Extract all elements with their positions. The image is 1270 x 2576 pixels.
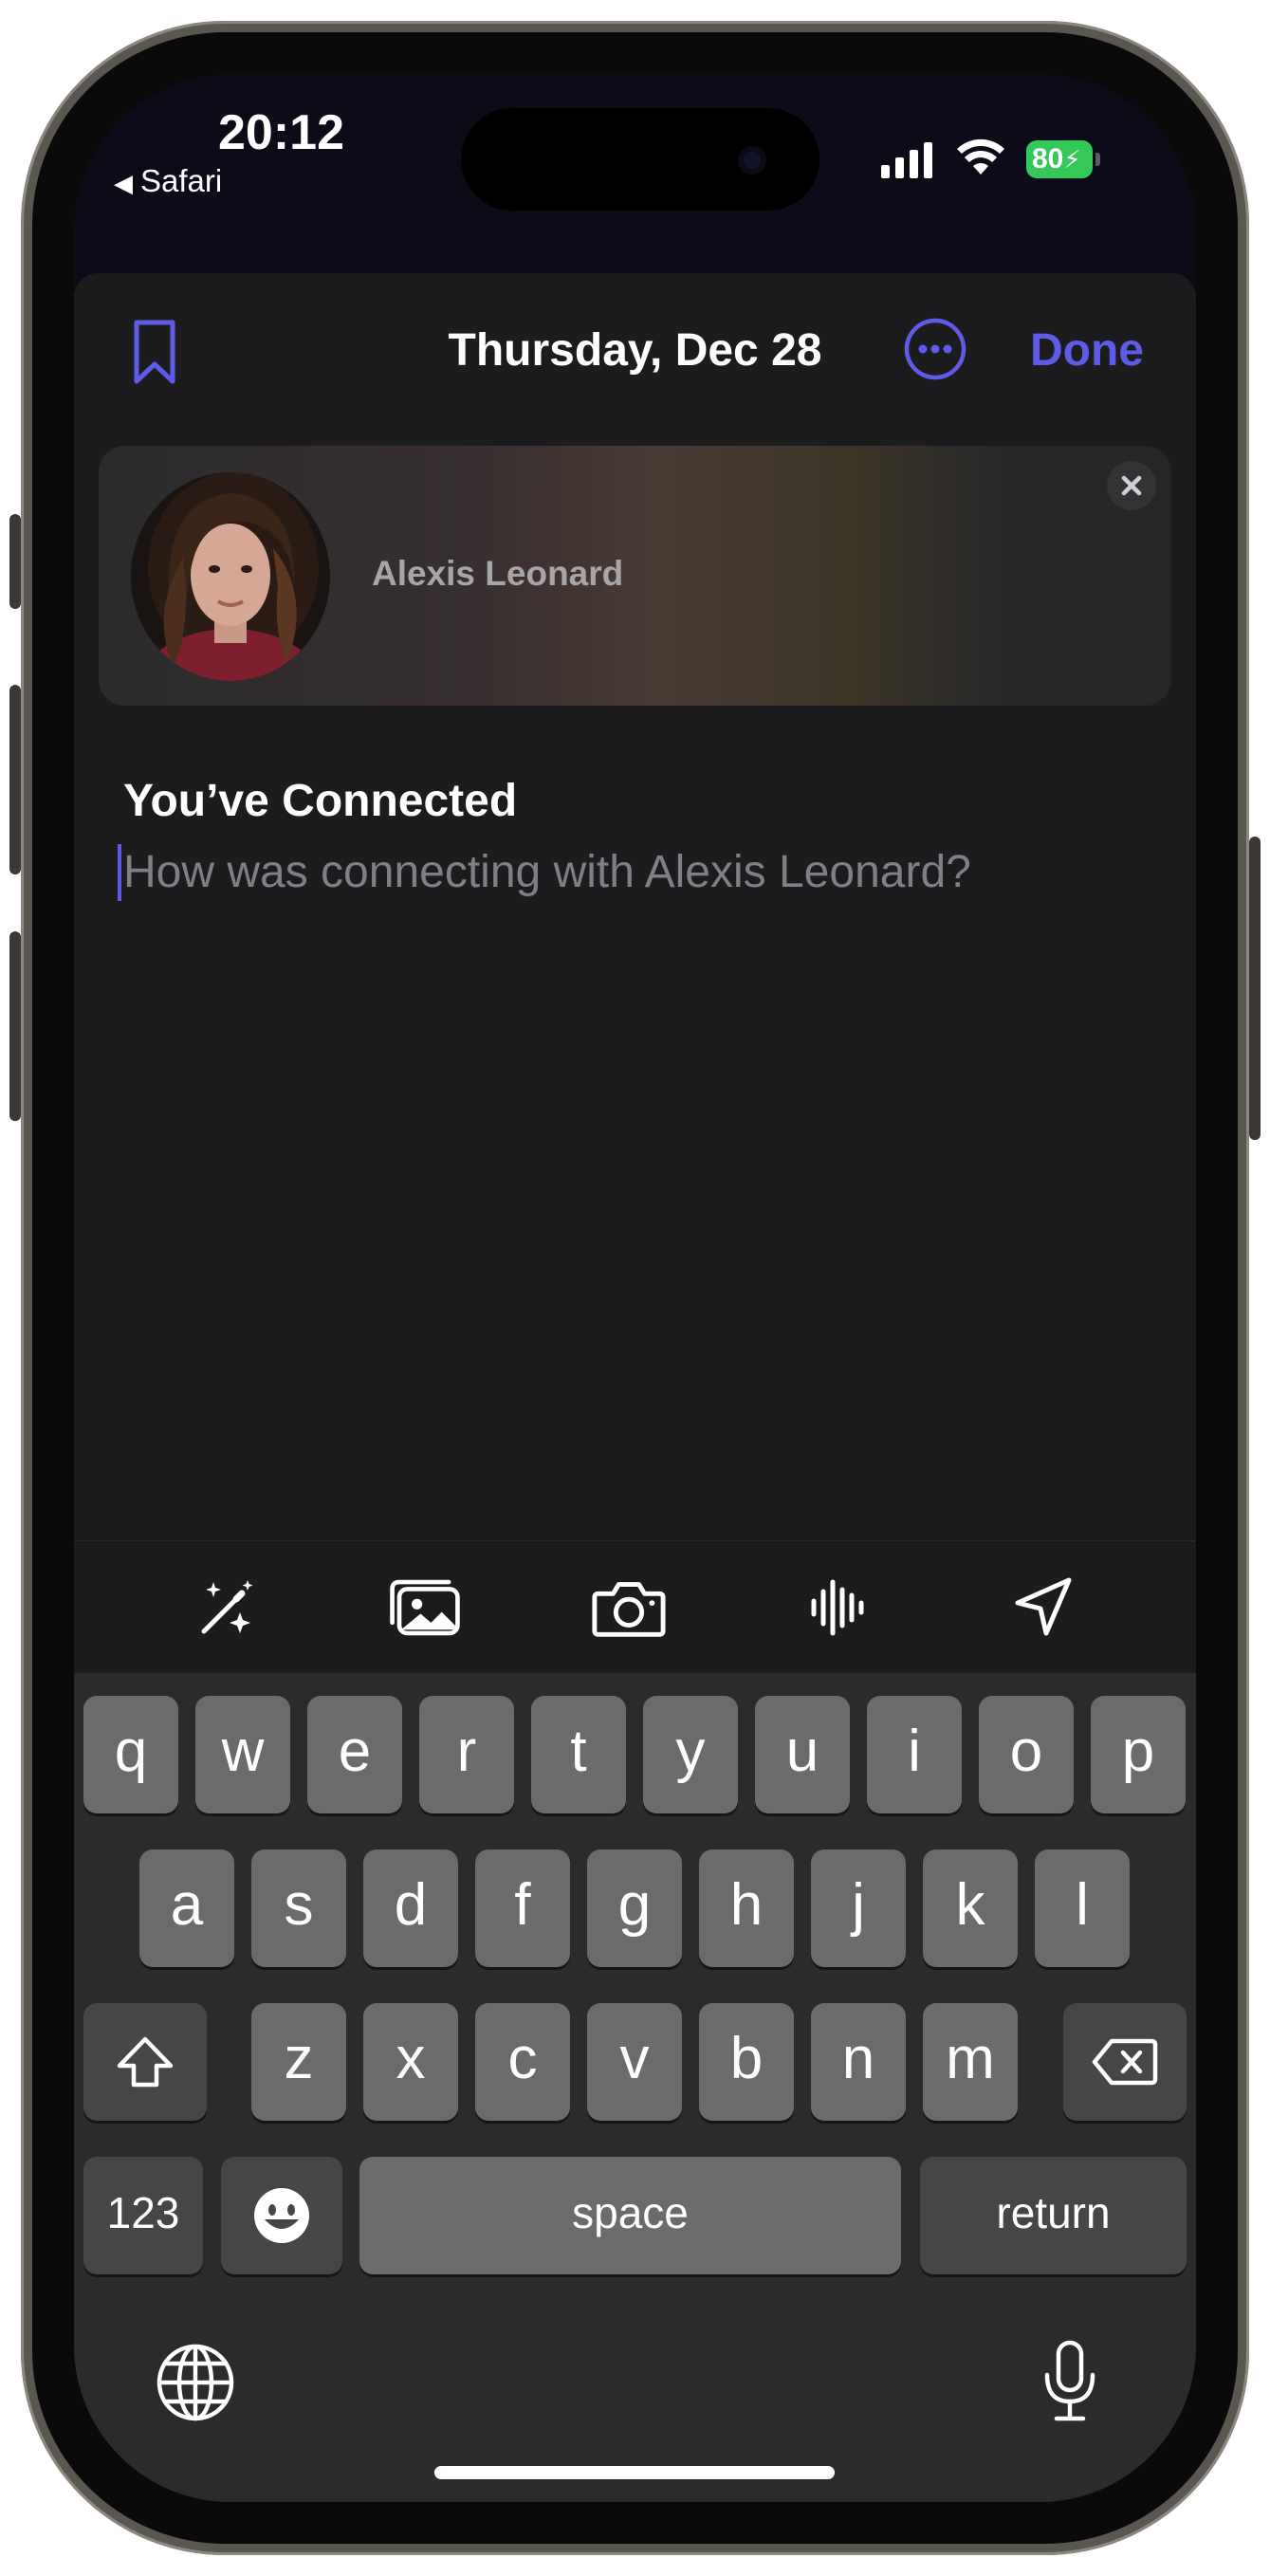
shift-icon — [117, 2036, 174, 2088]
entry-body-input[interactable]: How was connecting with Alexis Leonard? — [123, 846, 971, 898]
status-bar: 20:12 ◀ Safari 80⚡ — [74, 74, 1196, 292]
key-i[interactable]: i — [867, 1696, 962, 1813]
close-icon[interactable] — [1107, 461, 1156, 510]
key-l[interactable]: l — [1035, 1849, 1130, 1967]
key-d[interactable]: d — [363, 1849, 458, 1967]
key-t[interactable]: t — [531, 1696, 626, 1813]
avatar — [131, 472, 330, 681]
entry-nav-bar: Thursday, Dec 28 Done — [74, 273, 1196, 434]
key-z[interactable]: z — [251, 2003, 346, 2121]
done-button[interactable]: Done — [1030, 324, 1144, 377]
wifi-icon — [957, 138, 1004, 175]
accessory-toolbar — [74, 1540, 1196, 1674]
back-triangle-icon: ◀ — [114, 169, 133, 197]
key-v[interactable]: v — [587, 2003, 682, 2121]
charging-bolt-icon: ⚡ — [1063, 145, 1081, 174]
key-j[interactable]: j — [811, 1849, 906, 1967]
entry-title: You’ve Connected — [123, 776, 518, 826]
key-k[interactable]: k — [923, 1849, 1018, 1967]
key-a[interactable]: a — [139, 1849, 234, 1967]
microphone-icon[interactable] — [1040, 2339, 1100, 2424]
back-app-label: Safari — [140, 163, 223, 198]
volume-down-button — [9, 931, 21, 1121]
key-h[interactable]: h — [699, 1849, 794, 1967]
action-button — [9, 514, 21, 609]
key-p[interactable]: p — [1091, 1696, 1186, 1813]
battery-icon: 80⚡ — [1026, 140, 1100, 178]
key-f[interactable]: f — [475, 1849, 570, 1967]
more-options-icon[interactable] — [903, 317, 967, 381]
emoji-key[interactable] — [221, 2157, 342, 2274]
entry-date: Thursday, Dec 28 — [448, 325, 822, 376]
back-to-app-link[interactable]: ◀ Safari — [114, 163, 222, 199]
power-button — [1249, 837, 1261, 1140]
key-c[interactable]: c — [475, 2003, 570, 2121]
contact-card[interactable]: Alexis Leonard — [99, 446, 1171, 706]
key-s[interactable]: s — [251, 1849, 346, 1967]
audio-waveform-icon[interactable] — [801, 1570, 877, 1646]
photo-library-icon[interactable] — [387, 1570, 463, 1646]
volume-up-button — [9, 685, 21, 874]
key-n[interactable]: n — [811, 2003, 906, 2121]
status-time: 20:12 — [218, 105, 344, 160]
key-r[interactable]: r — [419, 1696, 514, 1813]
backspace-icon — [1092, 2038, 1158, 2086]
key-w[interactable]: w — [195, 1696, 290, 1813]
space-key[interactable]: space — [359, 2157, 901, 2274]
key-g[interactable]: g — [587, 1849, 682, 1967]
numbers-key[interactable]: 123 — [83, 2157, 203, 2274]
location-arrow-icon[interactable] — [1005, 1570, 1081, 1646]
key-u[interactable]: u — [755, 1696, 850, 1813]
keyboard: qwertyuiop asdfghjkl zxcvbnm 123 space r… — [74, 1673, 1196, 2502]
front-camera — [738, 146, 766, 175]
camera-icon[interactable] — [591, 1570, 667, 1646]
dynamic-island — [461, 108, 819, 211]
text-cursor — [118, 844, 121, 901]
home-indicator[interactable] — [434, 2466, 835, 2479]
return-key[interactable]: return — [920, 2157, 1187, 2274]
battery-level: 80 — [1032, 143, 1064, 175]
key-e[interactable]: e — [307, 1696, 402, 1813]
screen: 20:12 ◀Safari 80⚡ Thursday, Dec 28 Done — [74, 74, 1196, 2502]
key-q[interactable]: q — [83, 1696, 178, 1813]
delete-key[interactable] — [1063, 2003, 1187, 2121]
cellular-signal-icon — [881, 142, 932, 178]
key-m[interactable]: m — [923, 2003, 1018, 2121]
magic-wand-icon[interactable] — [190, 1570, 266, 1646]
emoji-icon — [254, 2188, 309, 2243]
shift-key[interactable] — [83, 2003, 207, 2121]
key-o[interactable]: o — [979, 1696, 1074, 1813]
globe-icon[interactable] — [156, 2343, 235, 2422]
key-y[interactable]: y — [643, 1696, 738, 1813]
key-b[interactable]: b — [699, 2003, 794, 2121]
key-x[interactable]: x — [363, 2003, 458, 2121]
contact-name: Alexis Leonard — [372, 554, 624, 593]
